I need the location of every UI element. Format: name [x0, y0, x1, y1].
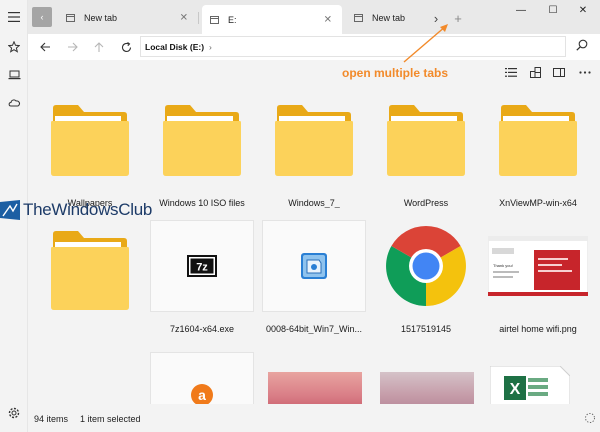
maximize-button[interactable]: ☐: [538, 2, 568, 18]
webpage-thumbnail: Thank you!: [486, 220, 590, 312]
tab-label: E:: [228, 14, 237, 25]
grid-item-label: airtel home wifi.png: [499, 324, 577, 334]
chrome-icon: [374, 220, 478, 312]
avast-icon: a: [150, 352, 254, 412]
tab-window-icon: [354, 14, 363, 22]
tab-strip: ‹ New tab ✕ E: ✕ New tab › + — ☐ ✕: [28, 0, 600, 34]
tab-window-icon: [66, 14, 75, 22]
loading-spinner-icon: [584, 412, 596, 424]
navigation-bar: Local Disk (E:) ›: [28, 34, 600, 60]
forward-arrow-icon[interactable]: [63, 38, 81, 56]
new-tab-button[interactable]: +: [448, 8, 468, 28]
watermark-logo-icon: [0, 200, 20, 220]
folder-icon: [486, 90, 590, 190]
cloud-drive-icon[interactable]: [5, 93, 23, 111]
svg-text:a: a: [198, 387, 206, 403]
svg-text:7z: 7z: [196, 262, 208, 274]
excel-icon: X: [490, 366, 570, 406]
watermark: TheWindowsClub: [0, 200, 152, 220]
tab-scroll-right-button[interactable]: ›: [426, 8, 446, 28]
grid-item-label: 1517519145: [400, 324, 452, 334]
grid-item-label: 0008-64bit_Win7_Win...: [265, 324, 363, 334]
back-arrow-icon[interactable]: [36, 38, 54, 56]
files-app-window: ‹ New tab ✕ E: ✕ New tab › + — ☐ ✕ Local…: [0, 0, 600, 432]
view-toolbar: [28, 60, 600, 84]
this-pc-laptop-icon[interactable]: [5, 66, 23, 84]
layout-grid-icon[interactable]: [528, 65, 542, 79]
svg-text:X: X: [510, 381, 521, 398]
tab-close-icon[interactable]: ✕: [180, 13, 188, 24]
folder-icon: [38, 90, 142, 190]
preview-pane-icon[interactable]: [552, 65, 566, 79]
tab-new-tab-2[interactable]: New tab: [346, 6, 436, 30]
settings-gear-icon[interactable]: [5, 404, 23, 422]
tab-strip-back-button[interactable]: ‹: [32, 7, 52, 27]
chevron-left-icon: ‹: [40, 12, 44, 22]
folder-icon: [38, 220, 142, 320]
address-bar[interactable]: Local Disk (E:) ›: [140, 36, 566, 57]
file-grid: Wallpapers Windows 10 ISO files Windows_…: [28, 84, 600, 412]
grid-item-label: XnViewMP-win-x64: [499, 198, 577, 208]
search-icon[interactable]: [576, 39, 592, 55]
folder-icon: [374, 90, 478, 190]
more-options-icon[interactable]: [578, 65, 592, 79]
favorites-star-icon[interactable]: [5, 38, 23, 56]
tab-close-icon[interactable]: ✕: [324, 14, 332, 25]
annotation-label: open multiple tabs: [342, 66, 449, 80]
selection-count: 1 item selected: [80, 414, 141, 424]
7zip-icon: 7z: [150, 220, 254, 312]
hamburger-menu-icon[interactable]: [5, 8, 23, 26]
tab-label: New tab: [84, 13, 118, 23]
svg-text:Thank you!: Thank you!: [493, 263, 513, 268]
refresh-icon[interactable]: [117, 38, 135, 56]
minimize-button[interactable]: —: [506, 2, 536, 18]
grid-item-label: Windows 10 ISO files: [159, 198, 245, 208]
grid-item-label: 7z1604-x64.exe: [169, 324, 235, 334]
grid-item-label: Windows_7_: [288, 198, 340, 208]
tab-separator: [198, 12, 199, 24]
folder-icon: [150, 90, 254, 190]
item-count: 94 items: [34, 414, 69, 424]
tab-window-icon: [210, 15, 219, 24]
folder-icon: [262, 90, 366, 190]
watermark-text: TheWindowsClub: [23, 200, 153, 219]
address-path[interactable]: Local Disk (E:): [145, 42, 204, 52]
up-arrow-icon[interactable]: [90, 38, 108, 56]
installer-icon: [262, 220, 366, 312]
tab-label: New tab: [372, 13, 406, 23]
sort-list-icon[interactable]: [504, 65, 518, 79]
tab-new-tab-1[interactable]: New tab ✕: [58, 6, 198, 30]
address-chevron-icon[interactable]: ›: [209, 42, 212, 52]
tab-e-drive[interactable]: E: ✕: [202, 5, 342, 34]
status-bar: 94 items 1 item selected: [28, 404, 600, 432]
grid-item-label: WordPress: [403, 198, 449, 208]
close-window-button[interactable]: ✕: [568, 2, 598, 18]
